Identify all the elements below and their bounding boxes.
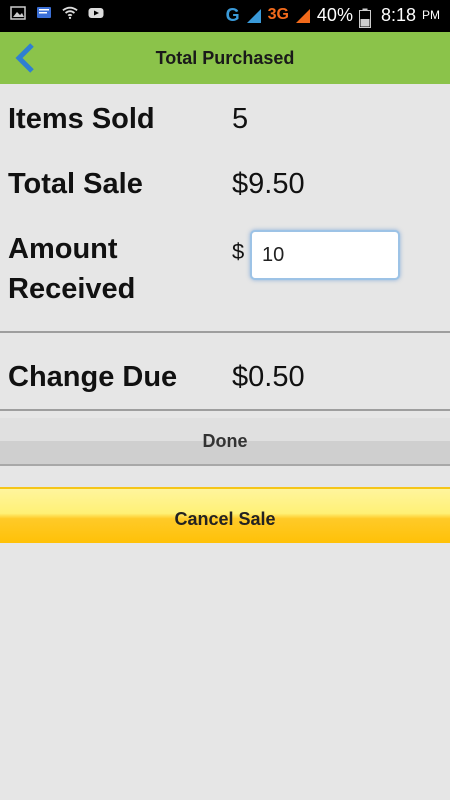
network-3g-label: 3G bbox=[267, 6, 289, 23]
status-bar-system: G 3G 40% 8:18 PM bbox=[225, 4, 440, 28]
total-sale-value: $9.50 bbox=[232, 168, 305, 200]
total-sale-label: Total Sale bbox=[8, 168, 143, 200]
battery-icon bbox=[358, 8, 375, 28]
divider-top bbox=[0, 331, 450, 333]
done-button[interactable]: Done bbox=[0, 418, 450, 466]
change-due-value: $0.50 bbox=[232, 361, 305, 393]
message-icon bbox=[36, 6, 52, 20]
youtube-icon bbox=[88, 6, 104, 20]
amount-received-input[interactable] bbox=[250, 230, 400, 280]
gallery-icon bbox=[10, 6, 26, 20]
clock: 8:18 bbox=[380, 5, 416, 25]
battery-percent: 40% bbox=[316, 5, 353, 25]
network-g-label: G bbox=[225, 5, 240, 25]
divider-bottom bbox=[0, 409, 450, 411]
wifi-icon bbox=[62, 6, 78, 20]
page-title: Total Purchased bbox=[155, 48, 295, 68]
back-button[interactable] bbox=[12, 42, 40, 74]
signal-icon-2 bbox=[295, 8, 311, 23]
cancel-sale-button[interactable]: Cancel Sale bbox=[0, 487, 450, 543]
items-sold-value: 5 bbox=[232, 103, 249, 135]
signal-icon bbox=[246, 8, 262, 23]
currency-symbol: $ bbox=[232, 239, 245, 264]
clock-ampm: PM bbox=[422, 8, 440, 22]
amount-received-label: Amount Received bbox=[8, 233, 136, 305]
status-bar: G 3G 40% 8:18 PM bbox=[0, 0, 450, 32]
status-bar-notifications bbox=[10, 6, 104, 20]
back-chevron-icon bbox=[15, 43, 34, 73]
items-sold-label: Items Sold bbox=[8, 103, 155, 135]
app-header: Total Purchased bbox=[0, 32, 450, 84]
change-due-label: Change Due bbox=[8, 361, 178, 393]
